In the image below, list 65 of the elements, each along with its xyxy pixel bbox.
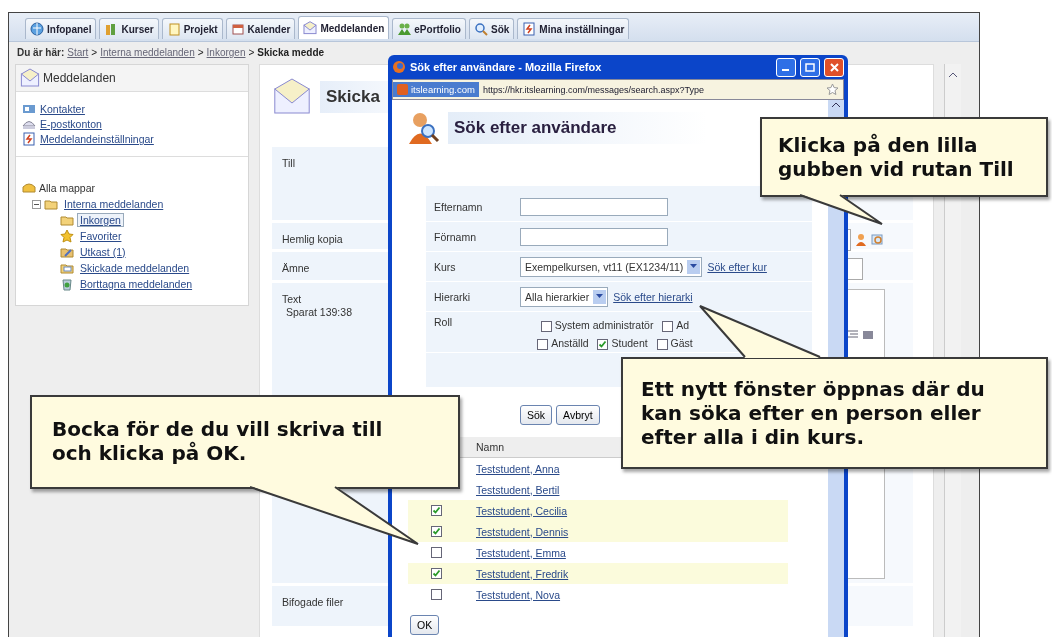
person-link[interactable]: Teststudent, Fredrik <box>476 567 569 580</box>
person-link[interactable]: Teststudent, Cecilia <box>476 504 568 517</box>
saved-note: Sparat 139:38 <box>285 306 353 318</box>
column-header: Namn <box>476 441 504 453</box>
callout-text: Bocka för de du vill skriva till och klicka på OK. <box>52 417 384 465</box>
field-label: Hemlig kopia <box>282 233 344 245</box>
dropdown[interactable]: Exempelkursen, vt11 (EX1234/11) <box>520 256 703 277</box>
field-label: Kurs <box>433 260 457 273</box>
callout-text: Klicka på den lilla gubben vid rutan Till <box>778 133 1015 181</box>
search-link[interactable]: Sök efter kur <box>707 260 767 273</box>
field-label: Roll <box>433 315 454 328</box>
person-link[interactable]: Teststudent, Emma <box>476 546 566 559</box>
sidebar-link[interactable]: E-postkonton <box>22 117 242 131</box>
tree-item[interactable]: Inkorgen <box>77 213 124 227</box>
breadcrumb-label: Du är här: <box>17 46 65 58</box>
sidebar-link[interactable]: Meddelandeinställningar <box>22 132 242 146</box>
breadcrumb-link[interactable]: Inkorgen <box>206 46 246 58</box>
nav-tab[interactable]: Sök <box>469 18 515 39</box>
tree-item[interactable]: Favoriter <box>77 229 125 243</box>
nav-tab[interactable]: Projekt <box>161 18 223 39</box>
callout-text: Ett nytt fönster öppnas där du kan söka efter en person eller efter alla i din kurs. <box>641 377 986 449</box>
breadcrumb-link[interactable]: Interna meddelanden <box>100 46 195 58</box>
ok-button[interactable]: OK <box>410 615 440 635</box>
cancel-button[interactable]: Avbryt <box>556 405 600 425</box>
address-bar[interactable]: itslearning.com https://hkr.itslearning.com/messages/search.aspx?Type <box>392 79 844 100</box>
field-label: Ämne <box>282 262 311 274</box>
breadcrumb-separator: > <box>91 46 98 58</box>
nav-tab[interactable]: Kalender <box>225 18 296 39</box>
breadcrumb-separator: > <box>248 46 255 58</box>
search-button[interactable]: Sök <box>520 405 553 425</box>
field-label: Förnamn <box>433 230 477 243</box>
role-label: Anställd <box>551 337 589 349</box>
nav-tab[interactable]: ePortfolio <box>392 18 466 39</box>
field-label: Till <box>282 157 297 169</box>
nav-tab[interactable]: Mina inställningar <box>517 18 630 39</box>
role-label: Student <box>611 337 648 349</box>
tree-root: Alla mappar <box>39 182 96 194</box>
search-link[interactable]: Sök efter hierarki <box>613 290 693 303</box>
site-identity[interactable]: itslearning.com <box>393 82 479 97</box>
person-link[interactable]: Teststudent, Dennis <box>476 525 569 538</box>
sidebar-title: Meddelanden <box>43 71 116 85</box>
tree-item[interactable]: Interna meddelanden <box>61 197 167 211</box>
nav-tab[interactable]: Kurser <box>99 18 159 39</box>
field-label: Text <box>282 293 303 305</box>
dropdown[interactable]: Alla hierarkier <box>520 286 609 307</box>
role-label: Gäst <box>670 337 693 349</box>
field-label: Hierarki <box>433 290 472 303</box>
role-label: System administratör <box>554 319 654 331</box>
tree-item[interactable]: Utkast (1) <box>77 245 129 259</box>
person-link[interactable]: Teststudent, Nova <box>476 588 561 601</box>
person-link[interactable]: Teststudent, Anna <box>476 462 560 475</box>
breadcrumb-link[interactable]: Start <box>67 46 89 58</box>
window-title: Sök efter användare - Mozilla Firefox <box>410 61 603 73</box>
url-text: https://hkr.itslearning.com/messages/search.aspx?Type <box>482 84 705 95</box>
breadcrumb-current: Skicka medde <box>257 46 325 58</box>
field-label: Bifogade filer <box>282 596 345 608</box>
tree-item[interactable]: Borttagna meddelanden <box>77 277 196 291</box>
person-link[interactable]: Teststudent, Bertil <box>476 483 560 496</box>
sidebar-link[interactable]: Kontakter <box>22 102 242 116</box>
nav-tab[interactable]: Infopanel <box>25 18 97 39</box>
breadcrumb-separator: > <box>197 46 204 58</box>
role-label: Ad <box>676 319 690 331</box>
tree-item[interactable]: Skickade meddelanden <box>77 261 193 275</box>
nav-tab[interactable]: Meddelanden <box>298 16 390 39</box>
field-label: Efternamn <box>433 200 484 213</box>
